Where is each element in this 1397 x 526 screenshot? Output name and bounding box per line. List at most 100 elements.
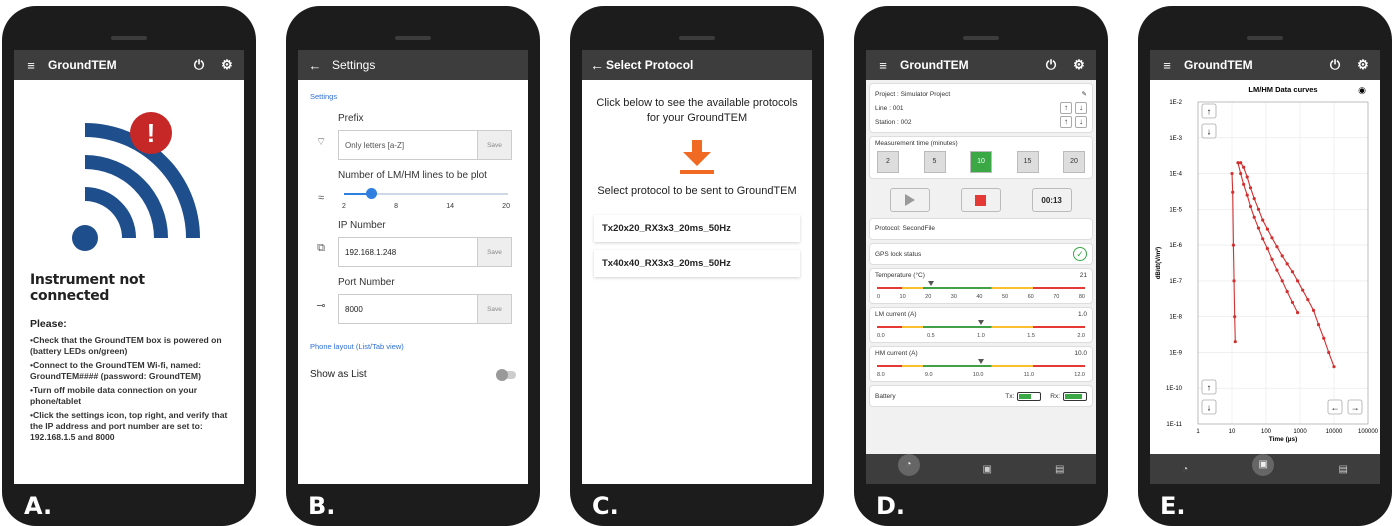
gauge-tick: 10 [899, 294, 906, 300]
eye-icon[interactable]: ◉ [1358, 85, 1366, 95]
data-point [1311, 308, 1316, 312]
lines-slider[interactable] [344, 187, 508, 201]
slider-tick: 14 [446, 203, 454, 210]
line-up-button[interactable]: ↑ [1060, 102, 1072, 114]
chart-down-button-icon[interactable]: ↓ [1207, 127, 1212, 137]
ip-save-button[interactable]: Save [477, 238, 511, 266]
y-tick-label: 1E-3 [1169, 136, 1182, 142]
chart-left-button-icon[interactable]: ← [1331, 403, 1340, 413]
line-down-button[interactable]: ↓ [1075, 102, 1087, 114]
nav-chart-icon[interactable]: ▣ [1252, 454, 1275, 476]
protocol-item[interactable]: Tx40x40_RX3x3_20ms_50Hz [594, 250, 800, 277]
edit-pencil-icon[interactable]: ✎ [1082, 90, 1087, 98]
tx-battery-icon [1017, 391, 1042, 401]
measurement-time-option[interactable]: 5 [923, 151, 946, 173]
screen-data-curves: ≡ GroundTEM ⏻ ⚙ LM/HM Data curves ◉ 1E-2 1E… [1150, 50, 1380, 484]
nav-save-icon[interactable]: ▤ [1338, 464, 1347, 475]
chart-up-button-icon[interactable]: ↑ [1207, 383, 1212, 393]
nav-chart-icon[interactable]: ▣ [983, 464, 992, 475]
gauge-tick: 12.0 [1074, 372, 1085, 378]
gauge-tick: 60 [1027, 294, 1034, 300]
gear-icon[interactable]: ⚙ [1070, 57, 1088, 73]
phone-e: ≡ GroundTEM ⏻ ⚙ LM/HM Data curves ◉ 1E-2 1E… [1138, 6, 1392, 526]
y-axis-label: dB/dt(V/m²) [1155, 247, 1162, 279]
select-text: Select protocol to be sent to GroundTEM [597, 185, 797, 197]
phone-speaker [111, 36, 147, 40]
gps-card: GPS lock status ✓ [869, 243, 1093, 265]
y-tick-label: 1E-9 [1169, 350, 1182, 356]
nav-gauge-icon[interactable]: ◔ [1182, 464, 1188, 475]
ip-input[interactable]: 192.168.1.248 [339, 248, 477, 257]
slider-thumb[interactable] [366, 188, 378, 199]
gauge-tick: 9.0 [924, 372, 933, 378]
menu-icon[interactable]: ≡ [1158, 58, 1176, 73]
measurement-time-option[interactable]: 2 [877, 151, 899, 173]
screen-settings: ← Settings Settings ⌔ Prefix Only letter… [298, 50, 528, 484]
data-point [1290, 300, 1295, 305]
measurement-time-option[interactable]: 20 [1063, 151, 1085, 173]
gauge-tick: 70 [1053, 294, 1060, 300]
panel-label: C. [592, 492, 619, 520]
measurement-time-option[interactable]: 10 [970, 151, 992, 173]
protocol-item[interactable]: Tx20x20_RX3x3_20ms_50Hz [594, 215, 800, 242]
phone-speaker [679, 36, 715, 40]
nav-save-icon[interactable]: ▤ [1055, 464, 1064, 475]
temperature-gauge [877, 281, 1085, 293]
menu-icon[interactable]: ≡ [874, 58, 892, 73]
port-save-button[interactable]: Save [477, 295, 511, 323]
show-as-list-toggle[interactable] [496, 368, 516, 381]
plot-frame [1197, 101, 1369, 425]
data-point [1296, 279, 1300, 283]
gear-icon[interactable]: ⚙ [218, 57, 236, 73]
power-icon[interactable]: ⏻ [1326, 57, 1344, 73]
prefix-field: Only letters [a-Z] Save [338, 130, 512, 160]
instruction-item: •Turn off mobile data connection on your… [30, 385, 198, 406]
control-row: 00:13 [869, 182, 1093, 218]
play-button[interactable] [890, 188, 931, 212]
slider-tick: 8 [394, 203, 398, 210]
lines-label: Number of LM/HM lines to be plot [338, 170, 487, 181]
nav-gauge-icon[interactable]: ◔ [897, 454, 920, 476]
lines-setting: ≈ Number of LM/HM lines to be plot 2 8 1… [298, 164, 528, 214]
back-arrow-icon[interactable]: ← [590, 57, 604, 73]
stop-button[interactable] [960, 188, 1001, 212]
app-bar: ≡ GroundTEM ⏻ ⚙ [1150, 50, 1380, 80]
back-arrow-icon[interactable]: ← [306, 58, 324, 73]
gauge-marker [978, 359, 984, 364]
data-point [1242, 182, 1246, 186]
page-title: Settings [332, 58, 376, 72]
intro-text: Click below to see the available protoco… [596, 97, 798, 124]
gauge-tick: 40 [976, 294, 983, 300]
power-icon[interactable]: ⏻ [1042, 57, 1060, 73]
data-point [1316, 323, 1321, 327]
hm-ticks: 8.0 9.0 10.0 11.0 12.0 [877, 372, 1085, 378]
measurement-time-option[interactable]: 15 [1016, 151, 1039, 173]
menu-icon[interactable]: ≡ [22, 58, 40, 73]
data-point [1270, 236, 1274, 240]
port-input[interactable]: 8000 [339, 305, 477, 314]
data-point [1280, 254, 1284, 258]
station-up-button[interactable]: ↑ [1060, 116, 1072, 128]
x-tick-label: 1000 [1293, 429, 1307, 435]
power-icon[interactable]: ⏻ [190, 57, 208, 73]
chart-up-button-icon[interactable]: ↑ [1207, 107, 1212, 117]
measurement-time-card: Measurement time (minutes) 2 5 10 15 20 [869, 136, 1093, 179]
lm-current-card: LM current (A) 1.0 0.0 0.5 1.0 1.5 2.0 [869, 307, 1093, 343]
gauge-tick: 2.0 [1077, 333, 1085, 339]
chart-right-button-icon[interactable]: → [1351, 403, 1360, 413]
gear-icon[interactable]: ⚙ [1354, 57, 1372, 73]
data-point [1265, 246, 1270, 251]
data-point [1261, 237, 1265, 241]
ip-setting: ⧉ IP Number 192.168.1.248 Save [298, 214, 528, 271]
station-down-button[interactable]: ↓ [1075, 116, 1087, 128]
protocol-card: Protocol: SecondFile [869, 218, 1093, 240]
panel-label: B. [308, 492, 336, 520]
prefix-save-button[interactable]: Save [477, 131, 511, 159]
data-point [1232, 279, 1236, 283]
gauge-marker [928, 281, 935, 286]
panel-label: A. [24, 492, 53, 520]
chart-down-button-icon[interactable]: ↓ [1207, 403, 1212, 413]
data-point [1242, 165, 1246, 169]
prefix-input[interactable]: Only letters [a-Z] [339, 141, 477, 150]
phone-d: ≡ GroundTEM ⏻ ⚙ Project : Simulator Proj… [854, 6, 1108, 526]
